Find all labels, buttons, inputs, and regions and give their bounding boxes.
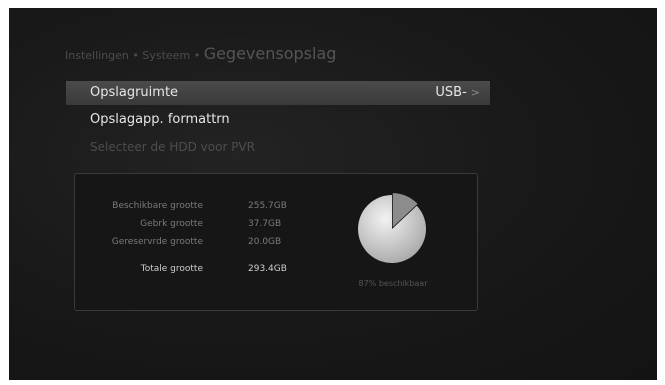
breadcrumb-separator: • — [132, 49, 139, 62]
stat-row-reserved: Gereservrde grootte 20.0GB — [75, 237, 315, 255]
breadcrumb-item-instellingen[interactable]: Instellingen — [65, 49, 129, 62]
stat-row-total: Totale grootte 293.4GB — [75, 264, 315, 282]
storage-stats: Beschikbare grootte 255.7GB Gebrk groott… — [75, 201, 315, 282]
menu-item-format-storage[interactable]: Opslagapp. formattrn — [66, 108, 490, 132]
storage-device-selector[interactable]: USB- > — [435, 81, 480, 105]
menu-item-label: Selecteer de HDD voor PVR — [90, 140, 255, 154]
reserved-size-label: Gereservrde grootte — [111, 237, 203, 247]
total-size-label: Totale grootte — [140, 264, 203, 274]
breadcrumb: Instellingen • Systeem • Gegevensopslag — [65, 44, 336, 63]
tv-screen: Instellingen • Systeem • Gegevensopslag … — [9, 8, 657, 380]
menu-item-label: Opslagruimte — [90, 85, 179, 100]
available-size-label: Beschikbare grootte — [112, 201, 203, 211]
storage-info-panel: Beschikbare grootte 255.7GB Gebrk groott… — [74, 173, 478, 311]
breadcrumb-separator: • — [193, 49, 201, 62]
chevron-right-icon: > — [470, 86, 480, 99]
used-size-label: Gebrk grootte — [140, 219, 203, 229]
menu-item-label: Opslagapp. formattrn — [90, 112, 230, 127]
menu-item-select-hdd-pvr: Selecteer de HDD voor PVR — [66, 135, 490, 159]
total-size-value: 293.4GB — [248, 264, 287, 274]
storage-pie-chart — [358, 193, 426, 263]
stat-row-available: Beschikbare grootte 255.7GB — [75, 201, 315, 219]
used-size-value: 37.7GB — [248, 219, 282, 229]
breadcrumb-item-systeem[interactable]: Systeem — [142, 49, 190, 62]
available-percentage-caption: 87% beschikbaar — [358, 279, 428, 288]
storage-device-value: USB- — [435, 85, 467, 100]
menu-item-opslagruimte[interactable]: Opslagruimte USB- > — [66, 81, 490, 105]
settings-menu: Opslagruimte USB- > Opslagapp. formattrn … — [66, 81, 490, 162]
stat-row-used: Gebrk grootte 37.7GB — [75, 219, 315, 237]
reserved-size-value: 20.0GB — [248, 237, 282, 247]
available-size-value: 255.7GB — [248, 201, 287, 211]
page-title: Gegevensopslag — [203, 44, 337, 63]
